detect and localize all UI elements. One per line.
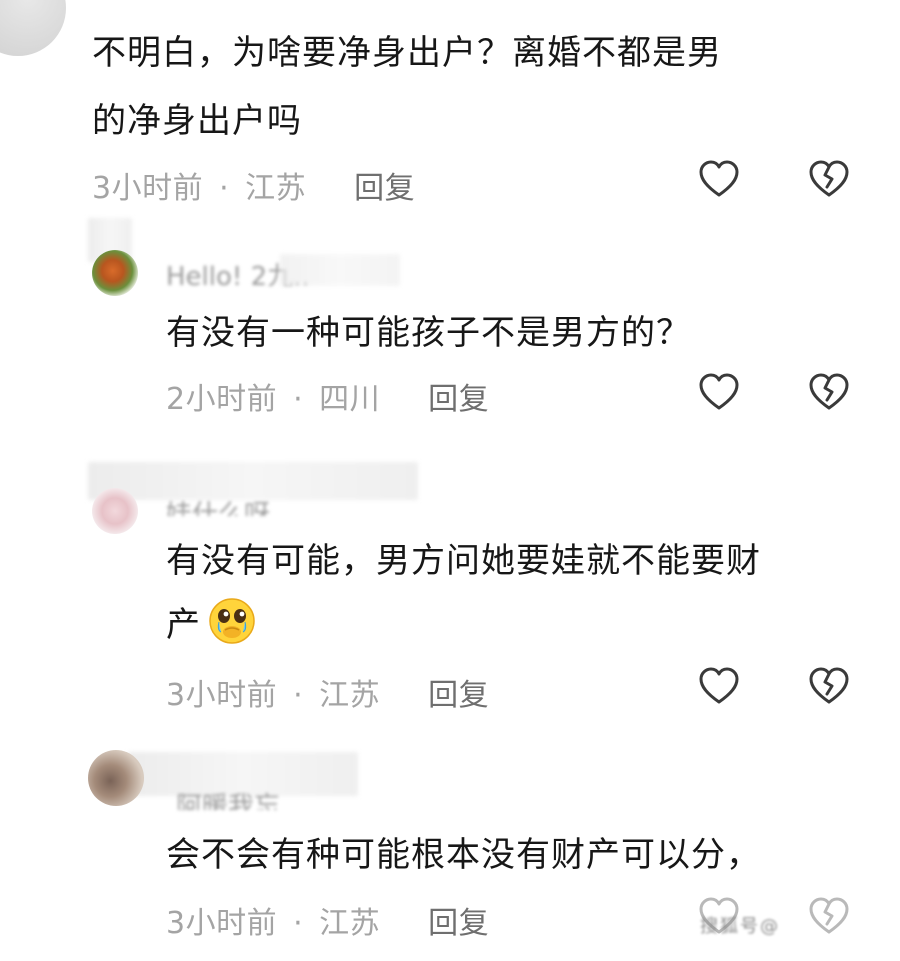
comment-time: 3小时前	[166, 906, 278, 941]
broken-heart-outline-icon	[809, 160, 849, 197]
separator-dot: ·	[219, 171, 230, 206]
dislike-button[interactable]	[806, 157, 852, 203]
heart-outline-icon	[699, 373, 739, 410]
avatar[interactable]	[0, 0, 66, 56]
separator-dot: ·	[293, 382, 304, 417]
comment-text-line: 产	[166, 596, 257, 652]
comment-location: 四川	[319, 382, 381, 417]
like-button[interactable]	[696, 370, 742, 416]
comment-meta: 3小时前 · 江苏 回复	[166, 670, 489, 714]
broken-heart-outline-icon	[809, 667, 849, 704]
separator-dot: ·	[293, 678, 304, 713]
like-button[interactable]	[696, 157, 742, 203]
comment-text-line: 有没有一种可能孩子不是男方的？	[166, 313, 691, 353]
comment-text-fragment: 产	[166, 605, 201, 645]
comment-text-line: 会不会有种可能根本没有财产可以分，	[166, 835, 761, 875]
reply-button[interactable]: 回复	[428, 382, 489, 417]
comment-text-line: 的净身出户吗	[92, 101, 302, 141]
comment-username[interactable]: 阿暖我忘	[176, 786, 280, 810]
avatar[interactable]	[92, 488, 138, 534]
comment-location: 江苏	[319, 678, 381, 713]
comment-username[interactable]: 娃什么呀	[166, 494, 270, 516]
comment-item: 不明白，为啥要净身出户？离婚不都是男 的净身出户吗 3小时前 · 江苏 回复	[0, 0, 900, 210]
crying-face-emoji	[207, 596, 257, 646]
comment-text-line: 不明白，为啥要净身出户？离婚不都是男	[92, 33, 722, 73]
dislike-button[interactable]	[806, 370, 852, 416]
comment-time: 3小时前	[92, 171, 204, 206]
comment-time: 3小时前	[166, 678, 278, 713]
comment-item: 娃什么呀 有没有可能，男方问她要娃就不能要财 产 3小时前 · 江苏 回复	[0, 450, 900, 740]
separator-dot: ·	[293, 906, 304, 941]
avatar[interactable]	[92, 250, 138, 296]
comment-item: Hello! 2九.. 有没有一种可能孩子不是男方的？ 2小时前 · 四川 回复	[0, 210, 900, 450]
comment-text-line: 有没有可能，男方问她要娃就不能要财	[166, 541, 761, 581]
watermark: 搜狐号@	[700, 916, 780, 937]
reply-button[interactable]: 回复	[354, 171, 415, 206]
comment-meta: 3小时前 · 江苏 回复	[166, 898, 489, 942]
comment-location: 江苏	[319, 906, 381, 941]
heart-outline-icon	[699, 160, 739, 197]
heart-outline-icon	[699, 667, 739, 704]
username-mask	[280, 254, 400, 286]
reply-button[interactable]: 回复	[428, 678, 489, 713]
avatar[interactable]	[88, 750, 144, 806]
like-button[interactable]	[696, 664, 742, 710]
dislike-button[interactable]	[806, 664, 852, 710]
reply-button[interactable]: 回复	[428, 906, 489, 941]
comment-time: 2小时前	[166, 382, 278, 417]
broken-heart-outline-icon	[809, 373, 849, 410]
comment-meta: 2小时前 · 四川 回复	[166, 374, 489, 418]
comment-location: 江苏	[245, 171, 307, 206]
comment-meta: 3小时前 · 江苏 回复	[92, 163, 415, 207]
